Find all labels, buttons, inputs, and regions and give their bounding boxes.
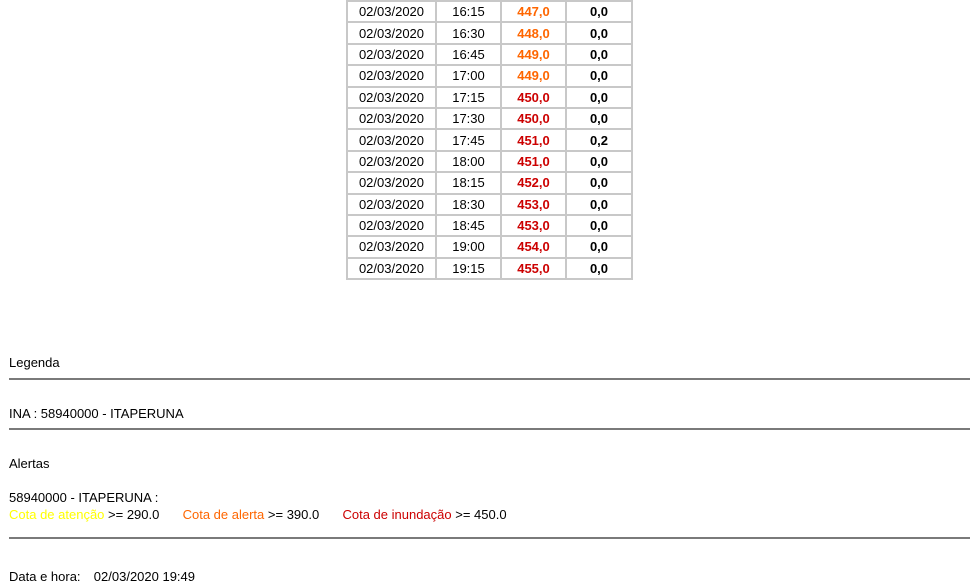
level-cell: 449,0 [501,43,566,66]
table-row: 02/03/2020 16:30 448,0 0,0 [347,22,632,44]
level-cell: 451,0 [501,129,566,151]
divider [9,428,970,430]
time-cell: 16:15 [436,1,501,23]
date-cell: 02/03/2020 [347,86,436,108]
date-cell: 02/03/2020 [347,65,436,87]
level-cell: 454,0 [501,236,566,258]
legend-ina-line: INA : 58940000 - ITAPERUNA [9,406,184,421]
readings-table: 02/03/2020 16:15 447,0 0,0 02/03/2020 16:30 44… [346,0,633,281]
time-cell: 17:45 [436,129,501,151]
table-row: 02/03/2020 17:15 450,0 0,0 [347,86,632,108]
alert-threshold-label: Cota de alerta [182,507,265,522]
time-cell: 18:45 [436,214,501,237]
datetime-label: Data e hora: [9,569,81,584]
date-cell: 02/03/2020 [347,150,436,173]
rain-cell: 0,0 [566,150,632,173]
rain-cell: 0,0 [566,86,632,108]
attention-threshold-label: Cota de atenção [9,507,105,522]
rain-cell: 0,0 [566,236,632,258]
level-cell: 449,0 [501,65,566,87]
level-cell: 450,0 [501,107,566,130]
rain-cell: 0,0 [566,214,632,237]
datetime-value: 02/03/2020 19:49 [93,569,196,584]
table-row: 02/03/2020 16:15 447,0 0,0 [347,1,632,23]
table-row: 02/03/2020 17:30 450,0 0,0 [347,107,632,130]
flood-threshold-value: >= 450.0 [455,507,507,522]
readings-table-body: 02/03/2020 16:15 447,0 0,0 02/03/2020 16:30 44… [347,1,632,280]
rain-cell: 0,0 [566,22,632,44]
level-cell: 447,0 [501,1,566,23]
rain-cell: 0,0 [566,193,632,215]
time-cell: 16:30 [436,22,501,44]
rain-cell: 0,0 [566,1,632,23]
divider [9,378,970,380]
legend-heading: Legenda [9,355,60,370]
rain-cell: 0,0 [566,43,632,66]
date-cell: 02/03/2020 [347,214,436,237]
rain-cell: 0,0 [566,172,632,194]
date-cell: 02/03/2020 [347,43,436,66]
level-cell: 453,0 [501,193,566,215]
date-cell: 02/03/2020 [347,193,436,215]
level-cell: 450,0 [501,86,566,108]
table-row: 02/03/2020 17:00 449,0 0,0 [347,65,632,87]
alerts-heading: Alertas [9,456,50,471]
date-cell: 02/03/2020 [347,22,436,44]
time-cell: 17:30 [436,107,501,130]
time-cell: 19:00 [436,236,501,258]
rain-cell: 0,2 [566,129,632,151]
rain-cell: 0,0 [566,107,632,130]
level-cell: 451,0 [501,150,566,173]
date-cell: 02/03/2020 [347,236,436,258]
date-cell: 02/03/2020 [347,129,436,151]
table-row: 02/03/2020 18:00 451,0 0,0 [347,150,632,173]
time-cell: 18:00 [436,150,501,173]
attention-threshold-value: >= 290.0 [108,507,160,522]
table-row: 02/03/2020 18:15 452,0 0,0 [347,172,632,194]
rain-cell: 0,0 [566,257,632,280]
table-row: 02/03/2020 19:15 455,0 0,0 [347,257,632,280]
level-cell: 453,0 [501,214,566,237]
level-cell: 452,0 [501,172,566,194]
table-row: 02/03/2020 18:30 453,0 0,0 [347,193,632,215]
footer-datetime: Data e hora: 02/03/2020 19:49 [9,569,195,584]
alert-thresholds: Cota de atenção >= 290.0 Cota de alerta … [9,507,507,522]
table-row: 02/03/2020 19:00 454,0 0,0 [347,236,632,258]
rain-cell: 0,0 [566,65,632,87]
time-cell: 16:45 [436,43,501,66]
level-cell: 448,0 [501,22,566,44]
level-cell: 455,0 [501,257,566,280]
time-cell: 17:00 [436,65,501,87]
table-row: 02/03/2020 16:45 449,0 0,0 [347,43,632,66]
time-cell: 17:15 [436,86,501,108]
date-cell: 02/03/2020 [347,172,436,194]
time-cell: 18:15 [436,172,501,194]
divider [9,537,970,539]
time-cell: 18:30 [436,193,501,215]
table-row: 02/03/2020 17:45 451,0 0,2 [347,129,632,151]
date-cell: 02/03/2020 [347,1,436,23]
alerts-station: 58940000 - ITAPERUNA : [9,490,159,505]
time-cell: 19:15 [436,257,501,280]
flood-threshold-label: Cota de inundação [342,507,452,522]
date-cell: 02/03/2020 [347,107,436,130]
date-cell: 02/03/2020 [347,257,436,280]
alert-threshold-value: >= 390.0 [267,507,320,522]
table-row: 02/03/2020 18:45 453,0 0,0 [347,214,632,237]
